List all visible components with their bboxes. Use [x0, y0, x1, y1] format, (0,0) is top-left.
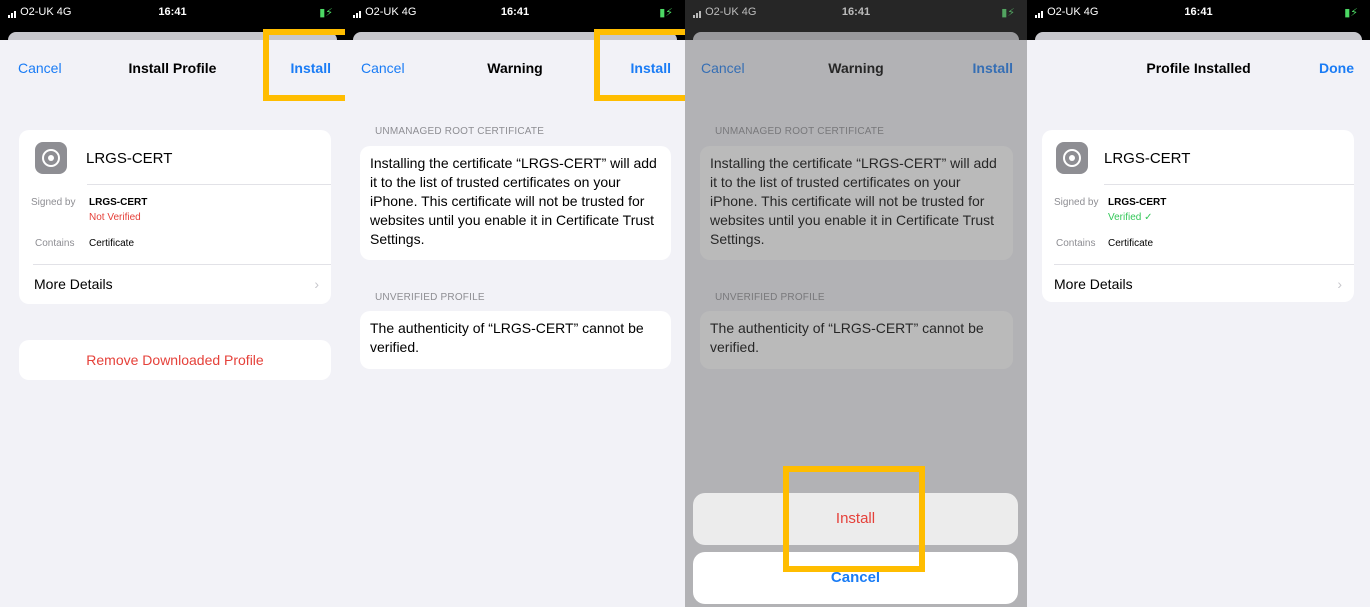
verification-status: Not Verified	[89, 212, 141, 223]
contains-label: Contains	[35, 238, 75, 249]
screen-warning: O2-UK 4G 16:41 ▮⚡ Cancel Warning Install…	[345, 0, 685, 607]
clock: 16:41	[1184, 6, 1213, 18]
battery-charging-icon: ▮⚡	[659, 7, 673, 19]
chevron-right-icon: ›	[314, 276, 319, 292]
done-button[interactable]: Done	[1319, 60, 1354, 76]
clock: 16:41	[158, 6, 187, 18]
more-details-link[interactable]: More Details	[1054, 276, 1133, 292]
status-bar: O2-UK 4G 16:41 ▮⚡	[0, 0, 345, 28]
remove-profile-label: Remove Downloaded Profile	[86, 352, 264, 368]
warning-card: Installing the certificate “LRGS-CERT” w…	[360, 146, 671, 260]
highlight-box	[263, 29, 345, 101]
battery-charging-icon: ▮⚡	[319, 7, 333, 19]
signed-by-value: LRGS-CERT	[89, 197, 148, 208]
profile-name: LRGS-CERT	[86, 150, 173, 167]
highlight-box	[783, 466, 925, 572]
more-details-link[interactable]: More Details	[34, 276, 113, 292]
remove-profile-button[interactable]: Remove Downloaded Profile	[19, 340, 331, 380]
contains-value: Certificate	[1108, 238, 1154, 249]
status-bar: O2-UK 4G 16:41 ▮⚡	[345, 0, 685, 28]
signed-by-value: LRGS-CERT	[1108, 197, 1167, 208]
unverified-card: The authenticity of “LRGS-CERT” cannot b…	[360, 311, 671, 369]
chevron-right-icon: ›	[1337, 276, 1342, 292]
divider	[1054, 264, 1354, 265]
clock: 16:41	[500, 6, 530, 18]
settings-gear-icon	[35, 142, 67, 174]
screen-install-profile: O2-UK 4G 16:41 ▮⚡ Cancel Install Profile…	[0, 0, 345, 607]
unverified-text: The authenticity of “LRGS-CERT” cannot b…	[370, 320, 644, 355]
highlight-box	[594, 29, 685, 101]
sheet: Cancel Install Profile Install LRGS-CERT…	[0, 40, 345, 607]
contains-value: Certificate	[89, 238, 135, 249]
screen-profile-installed: O2-UK 4G 16:41 ▮⚡ Profile Installed Done…	[1027, 0, 1370, 607]
profile-card: LRGS-CERT Signed by LRGS-CERT Not Verifi…	[19, 130, 331, 304]
battery-charging-icon: ▮⚡	[1344, 7, 1358, 19]
verification-status: Verified ✓	[1108, 212, 1153, 223]
section-header: UNMANAGED ROOT CERTIFICATE	[375, 126, 545, 137]
divider	[33, 264, 331, 265]
signed-by-label: Signed by	[31, 197, 76, 208]
nav-bar: Profile Installed Done	[1027, 40, 1370, 96]
divider	[1104, 184, 1354, 185]
contains-label: Contains	[1056, 238, 1096, 249]
sheet: Profile Installed Done LRGS-CERT Signed …	[1027, 40, 1370, 607]
profile-name: LRGS-CERT	[1104, 150, 1191, 167]
status-bar: O2-UK 4G 16:41 ▮⚡	[1027, 0, 1370, 28]
warning-text: Installing the certificate “LRGS-CERT” w…	[370, 155, 657, 247]
profile-card: LRGS-CERT Signed by LRGS-CERT Verified ✓…	[1042, 130, 1354, 302]
divider	[87, 184, 331, 185]
screen-warning-confirm: O2-UK 4G 16:41 ▮⚡ Cancel Warning Install…	[685, 0, 1027, 607]
section-header: UNVERIFIED PROFILE	[375, 292, 485, 303]
sheet: Cancel Warning Install UNMANAGED ROOT CE…	[345, 40, 685, 607]
signed-by-label: Signed by	[1054, 197, 1099, 208]
settings-gear-icon	[1056, 142, 1088, 174]
